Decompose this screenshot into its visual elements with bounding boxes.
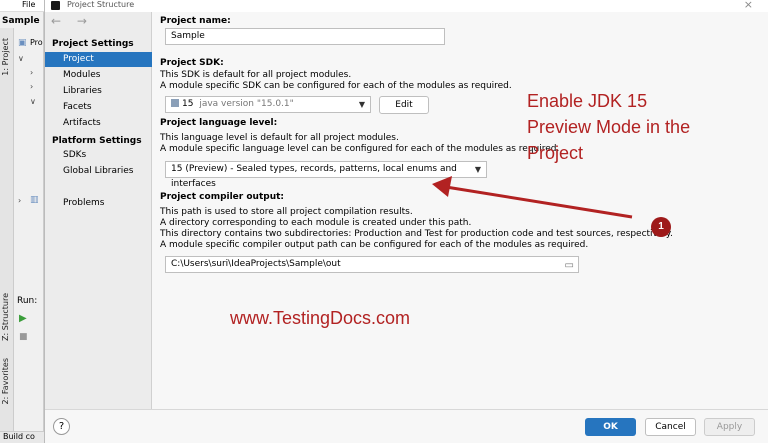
sidebar-item-libraries[interactable]: Libraries [45, 84, 152, 99]
sdk-desc-1: This SDK is default for all project modu… [160, 70, 352, 80]
tree-chevron-icon[interactable]: › [18, 196, 21, 205]
cancel-button[interactable]: Cancel [645, 418, 696, 436]
ide-tool-strip: 1: Project Z: Structure 2: Favorites [0, 28, 14, 443]
folder-icon[interactable]: ▭ [565, 258, 574, 273]
sidebar-item-problems[interactable]: Problems [45, 196, 152, 211]
annotation-callout-text: Enable JDK 15 Preview Mode in the Projec… [527, 88, 727, 166]
dialog-footer: ? OK Cancel Apply [45, 409, 768, 443]
sidebar-item-facets[interactable]: Facets [45, 100, 152, 115]
lang-desc-1: This language level is default for all p… [160, 133, 399, 143]
tool-tab-structure[interactable]: Z: Structure [1, 293, 10, 341]
compiler-output-value: C:\Users\suri\IdeaProjects\Sample\out [171, 259, 341, 269]
tree-chevron-icon[interactable]: › [30, 68, 33, 77]
sidebar-item-global-libraries[interactable]: Global Libraries [45, 164, 152, 179]
sidebar-item-sdks[interactable]: SDKs [45, 148, 152, 163]
sdk-edit-button[interactable]: Edit [379, 96, 429, 114]
sdk-select-version: java version "15.0.1" [199, 99, 294, 109]
project-settings-header: Project Settings [52, 39, 134, 49]
tree-expand-icon[interactable]: ∨ [18, 54, 24, 63]
library-icon: ▥ [30, 195, 39, 205]
help-button[interactable]: ? [53, 418, 70, 435]
tree-expand-icon[interactable]: ∨ [30, 97, 36, 106]
watermark-text: www.TestingDocs.com [230, 308, 411, 328]
language-level-label: Project language level: [160, 118, 278, 128]
menu-file[interactable]: File [22, 0, 35, 9]
ide-project-tab[interactable]: Sample [2, 16, 40, 26]
project-settings-content: Project name: Sample Project SDK: This S… [153, 12, 768, 409]
sdk-folder-icon [171, 99, 179, 107]
chevron-down-icon: ▼ [358, 100, 365, 109]
out-desc-4: A module specific compiler output path c… [160, 240, 589, 250]
close-icon[interactable]: × [744, 0, 753, 11]
annotation-line: Project [527, 143, 584, 163]
step-number-badge: 1 [651, 217, 671, 237]
tool-tab-project[interactable]: 1: Project [1, 38, 10, 76]
ide-menubar: File [0, 0, 44, 12]
sdk-desc-2: A module specific SDK can be configured … [160, 81, 512, 91]
ide-background: File Sample 1: Project Z: Structure 2: F… [0, 0, 44, 443]
apply-button[interactable]: Apply [704, 418, 755, 436]
project-name-label: Project name: [160, 16, 231, 26]
run-play-icon[interactable]: ▶ [19, 313, 27, 324]
tree-root-label[interactable]: Pro [30, 38, 43, 47]
tree-chevron-icon[interactable]: › [30, 82, 33, 91]
sdk-select-value: 15 [182, 99, 194, 109]
platform-settings-header: Platform Settings [52, 136, 142, 146]
language-level-select[interactable]: 15 (Preview) - Sealed types, records, pa… [165, 161, 487, 189]
lang-desc-2: A module specific language level can be … [160, 144, 560, 154]
build-tab[interactable]: Build co [0, 431, 44, 443]
run-label: Run: [17, 296, 38, 306]
sidebar-item-modules[interactable]: Modules [45, 68, 152, 83]
dialog-titlebar: Project Structure × [45, 0, 768, 12]
compiler-output-input[interactable]: C:\Users\suri\IdeaProjects\Sample\out ▭ [165, 256, 579, 273]
project-name-input[interactable]: Sample [165, 28, 445, 45]
project-sdk-label: Project SDK: [160, 58, 224, 68]
dialog-title: Project Structure [67, 0, 135, 9]
out-desc-2: A directory corresponding to each module… [160, 218, 472, 228]
ok-button[interactable]: OK [585, 418, 636, 436]
annotation-line: Enable JDK 15 [527, 91, 648, 111]
run-stop-icon[interactable]: ■ [19, 332, 28, 342]
compiler-output-label: Project compiler output: [160, 192, 285, 202]
tree-folder-icon: ▣ [18, 38, 27, 48]
language-level-value: 15 (Preview) - Sealed types, records, pa… [171, 164, 457, 189]
sidebar-item-project[interactable]: Project [45, 52, 152, 67]
out-desc-3: This directory contains two subdirectori… [160, 229, 673, 239]
tool-tab-favorites[interactable]: 2: Favorites [1, 358, 10, 404]
app-icon [51, 1, 60, 10]
sdk-select[interactable]: 15 java version "15.0.1" ▼ [165, 96, 371, 113]
sidebar-item-artifacts[interactable]: Artifacts [45, 116, 152, 131]
settings-sidebar: ← → Project Settings Project Modules Lib… [45, 12, 152, 409]
nav-arrows-icon[interactable]: ← → [51, 14, 93, 28]
annotation-line: Preview Mode in the [527, 117, 691, 137]
chevron-down-icon: ▼ [474, 165, 481, 174]
out-desc-1: This path is used to store all project c… [160, 207, 413, 217]
